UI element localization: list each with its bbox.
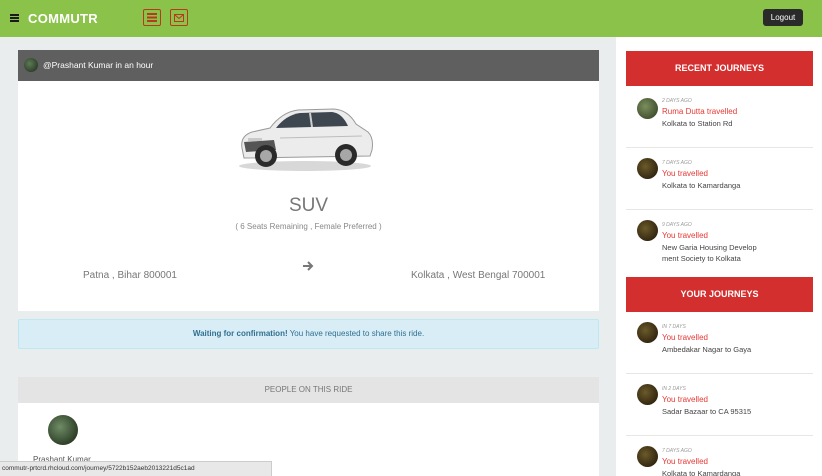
journey-traveller[interactable]: You travelled [662,333,708,342]
arrow-right-icon [303,261,314,271]
origin-location: Patna , Bihar 800001 [83,270,177,281]
list-item[interactable]: 9 DAYS AGO You travelled New Garia Housi… [626,210,813,273]
avatar[interactable] [637,446,658,467]
top-navbar: COMMUTR Logout [0,0,822,37]
journey-route: Sadar Bazaar to CA 95315 [662,407,752,416]
people-heading: PEOPLE ON THIS RIDE [18,377,599,403]
menu-icon[interactable] [10,14,19,22]
journey-route: Kolkata to Kamardanga [662,181,741,190]
avatar[interactable] [637,158,658,179]
avatar[interactable] [48,415,78,445]
journey-traveller[interactable]: You travelled [662,395,708,404]
list-item[interactable]: 2 DAYS AGO Ruma Dutta travelled Kolkata … [626,86,813,148]
journey-route: Ambedakar Nagar to Gaya [662,345,752,354]
journey-time: IN 2 DAYS [662,386,686,392]
journey-traveller[interactable]: Ruma Dutta travelled [662,107,737,116]
avatar[interactable] [24,58,38,72]
destination-location: Kolkata , West Bengal 700001 [411,270,546,281]
journey-time: IN 7 DAYS [662,324,686,330]
journey-traveller[interactable]: You travelled [662,231,708,240]
journey-time: 2 DAYS AGO [662,98,692,104]
seats-info: ( 6 Seats Remaining , Female Preferred ) [235,222,382,231]
sidebar: RECENT JOURNEYS 2 DAYS AGO Ruma Dutta tr… [616,37,822,476]
journey-route: Kolkata to Station Rd [662,119,733,128]
journey-time: 7 DAYS AGO [662,160,692,166]
journey-route: Kolkata to Kamardanga [662,469,741,476]
journey-traveller[interactable]: You travelled [662,169,708,178]
list-item[interactable]: 7 DAYS AGO You travelled Kolkata to Kama… [626,148,813,210]
envelope-icon [174,13,184,22]
journey-time: 9 DAYS AGO [662,222,692,228]
list-icon [147,13,157,22]
vehicle-type: SUV [288,195,329,216]
journey-traveller[interactable]: You travelled [662,457,708,466]
avatar[interactable] [637,322,658,343]
confirmation-alert: Waiting for confirmation! You have reque… [18,319,599,349]
avatar[interactable] [637,384,658,405]
avatar[interactable] [637,98,658,119]
journeys-button[interactable] [143,9,161,26]
list-item[interactable]: IN 7 DAYS You travelled Ambedakar Nagar … [626,312,813,374]
avatar[interactable] [637,220,658,241]
suv-car-image [239,108,373,171]
status-bar-url: commutr-prtcrd.rhcloud.com/journey/5722b… [0,461,272,476]
post-title[interactable]: @Prashant Kumar in an hour [43,60,153,70]
list-item[interactable]: IN 2 DAYS You travelled Sadar Bazaar to … [626,374,813,436]
brand-logo[interactable]: COMMUTR [28,11,98,26]
journey-route: New Garia Housing Develop ment Society t… [662,243,757,263]
alert-strong: Waiting for confirmation! [192,329,288,338]
your-journeys-heading: YOUR JOURNEYS [626,277,813,312]
journey-time: 7 DAYS AGO [662,448,692,454]
post-header: @Prashant Kumar in an hour [18,50,599,81]
alert-text: You have requested to share this ride. [287,329,425,338]
list-item[interactable]: 7 DAYS AGO You travelled Kolkata to Kama… [626,436,813,476]
messages-button[interactable] [170,9,188,26]
journey-detail: @Prashant Kumar in an hour SUV ( 6 Seats… [18,50,599,476]
logout-button[interactable]: Logout [763,9,803,26]
recent-journeys-heading: RECENT JOURNEYS [626,51,813,86]
ride-card: SUV ( 6 Seats Remaining , Female Preferr… [18,81,599,311]
